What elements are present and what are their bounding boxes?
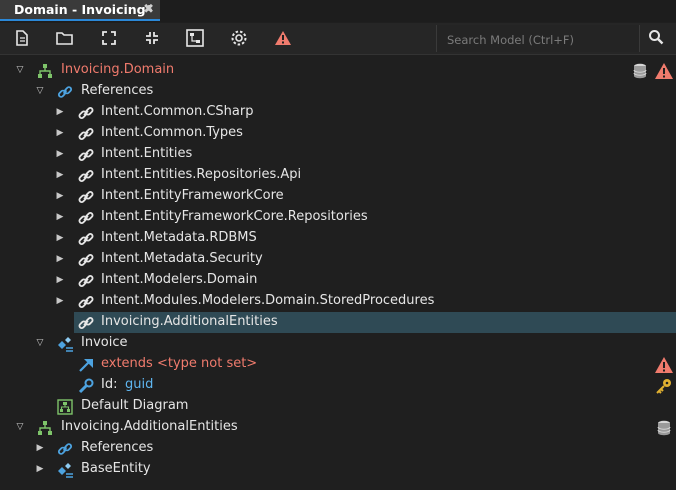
- attribute-name: Id:: [101, 377, 118, 392]
- chevron-right-icon[interactable]: ▶: [54, 127, 66, 139]
- chevron-right-icon[interactable]: ▶: [54, 211, 66, 223]
- tree-node-label: Invoicing.AdditionalEntities: [61, 419, 238, 434]
- link-icon: [77, 104, 95, 122]
- tree-node-label: References: [81, 83, 154, 98]
- search-input[interactable]: Search Model (Ctrl+F): [436, 25, 640, 52]
- class-icon: [56, 335, 74, 353]
- link-icon: [77, 251, 95, 269]
- tree-node-label: Intent.Modelers.Domain: [101, 272, 258, 287]
- tree-node-label: Default Diagram: [81, 398, 189, 413]
- tree-node-extends[interactable]: extends <type not set>: [0, 354, 676, 375]
- tree-node-label: Intent.Common.Types: [101, 125, 243, 140]
- tree-node-reference[interactable]: ▶ Intent.Metadata.Security: [0, 249, 676, 270]
- tree-node-base-entity[interactable]: ▶ BaseEntity: [0, 459, 676, 480]
- tree-node-invoice[interactable]: ▽ Invoice: [0, 333, 676, 354]
- wrench-icon: [77, 377, 95, 395]
- chevron-right-icon[interactable]: ▶: [34, 463, 46, 475]
- tree-node-invoicing-domain[interactable]: ▽ Invoicing.Domain: [0, 60, 676, 81]
- tree-node-reference[interactable]: ▶ Intent.EntityFrameworkCore.Repositorie…: [0, 207, 676, 228]
- tree-node-reference[interactable]: ▶ Intent.Entities.Repositories.Api: [0, 165, 676, 186]
- chevron-right-icon[interactable]: ▶: [54, 232, 66, 244]
- tree-node-label: Intent.EntityFrameworkCore.Repositories: [101, 209, 368, 224]
- chevron-right-icon[interactable]: ▶: [54, 169, 66, 181]
- tree-node-label: Intent.Entities.Repositories.Api: [101, 167, 302, 182]
- new-file-icon[interactable]: [13, 29, 31, 47]
- tree-node-label: BaseEntity: [81, 461, 151, 476]
- tree-node-attribute-id[interactable]: Id: guid: [0, 375, 676, 396]
- chevron-right-icon[interactable]: ▶: [34, 442, 46, 454]
- tree-node-label: Invoice: [81, 335, 128, 350]
- link-icon: [77, 188, 95, 206]
- link-icon: [77, 209, 95, 227]
- link-icon: [77, 272, 95, 290]
- chevron-down-icon[interactable]: ▽: [34, 85, 46, 97]
- tree-node-reference[interactable]: ▶ Intent.Common.CSharp: [0, 102, 676, 123]
- tab-domain-invoicing[interactable]: Domain - Invoicing* ✖: [0, 0, 160, 21]
- chevron-down-icon[interactable]: ▽: [14, 64, 26, 76]
- chevron-right-icon[interactable]: ▶: [54, 295, 66, 307]
- chevron-right-icon[interactable]: ▶: [54, 148, 66, 160]
- error-icon: [654, 355, 674, 375]
- link-icon: [77, 125, 95, 143]
- chevron-right-icon[interactable]: ▶: [54, 106, 66, 118]
- tree-node-label: extends <type not set>: [101, 356, 258, 371]
- expand-all-icon[interactable]: [100, 29, 118, 47]
- link-icon: [77, 293, 95, 311]
- tree-node-references[interactable]: ▽ References: [0, 81, 676, 102]
- tree-node-reference[interactable]: ▶ Intent.Entities: [0, 144, 676, 165]
- tree-node-label: Invoicing.AdditionalEntities: [101, 314, 278, 329]
- diagram-icon[interactable]: [186, 29, 204, 47]
- database-icon: [654, 418, 674, 438]
- tree-node-label: Intent.EntityFrameworkCore: [101, 188, 284, 203]
- chevron-down-icon[interactable]: ▽: [34, 337, 46, 349]
- package-icon: [36, 62, 54, 80]
- close-icon[interactable]: ✖: [143, 2, 154, 17]
- tab-title: Domain - Invoicing*: [14, 2, 153, 17]
- tree-node-references[interactable]: ▶ References: [0, 438, 676, 459]
- open-folder-icon[interactable]: [56, 29, 74, 47]
- tree-node-reference[interactable]: ▶ Intent.EntityFrameworkCore: [0, 186, 676, 207]
- search-icon[interactable]: [648, 29, 666, 47]
- link-icon: [77, 167, 95, 185]
- warning-icon[interactable]: [274, 29, 292, 47]
- arrow-up-right-icon: [77, 356, 95, 374]
- tree-node-reference[interactable]: ▶ Intent.Common.Types: [0, 123, 676, 144]
- tree-node-label: Intent.Metadata.RDBMS: [101, 230, 257, 245]
- link-icon: [56, 440, 74, 458]
- tree-node-label: Invoicing.Domain: [61, 62, 175, 77]
- class-icon: [56, 461, 74, 479]
- tab-bar: Domain - Invoicing* ✖: [0, 0, 676, 22]
- chevron-down-icon[interactable]: ▽: [14, 421, 26, 433]
- tree-node-label: Intent.Common.CSharp: [101, 104, 254, 119]
- tree-node-label: References: [81, 440, 154, 455]
- database-icon: [630, 61, 650, 81]
- key-icon: [654, 376, 674, 396]
- error-icon: [654, 61, 674, 81]
- package-icon: [36, 419, 54, 437]
- tree-node-reference[interactable]: ▶ Intent.Modules.Modelers.Domain.StoredP…: [0, 291, 676, 312]
- attribute-type: guid: [125, 377, 154, 392]
- tree-node-label: Intent.Entities: [101, 146, 193, 161]
- link-icon: [77, 314, 95, 332]
- tree-node-reference[interactable]: ▶ Intent.Metadata.RDBMS: [0, 228, 676, 249]
- tree-node-label: Intent.Modules.Modelers.Domain.StoredPro…: [101, 293, 435, 308]
- tree-node-default-diagram[interactable]: Default Diagram: [0, 396, 676, 417]
- link-icon: [77, 146, 95, 164]
- link-icon: [56, 83, 74, 101]
- collapse-all-icon[interactable]: [143, 29, 161, 47]
- chevron-right-icon[interactable]: ▶: [54, 190, 66, 202]
- chevron-right-icon[interactable]: ▶: [54, 274, 66, 286]
- chevron-right-icon[interactable]: ▶: [54, 253, 66, 265]
- tree-node-additional-entities[interactable]: ▽ Invoicing.AdditionalEntities: [0, 417, 676, 438]
- link-icon: [77, 230, 95, 248]
- diagram-icon: [56, 398, 74, 416]
- tree-node-label: Intent.Metadata.Security: [101, 251, 263, 266]
- settings-icon[interactable]: [230, 29, 248, 47]
- tree-node-reference-selected[interactable]: Invoicing.AdditionalEntities: [74, 312, 676, 333]
- tree-node-reference[interactable]: ▶ Intent.Modelers.Domain: [0, 270, 676, 291]
